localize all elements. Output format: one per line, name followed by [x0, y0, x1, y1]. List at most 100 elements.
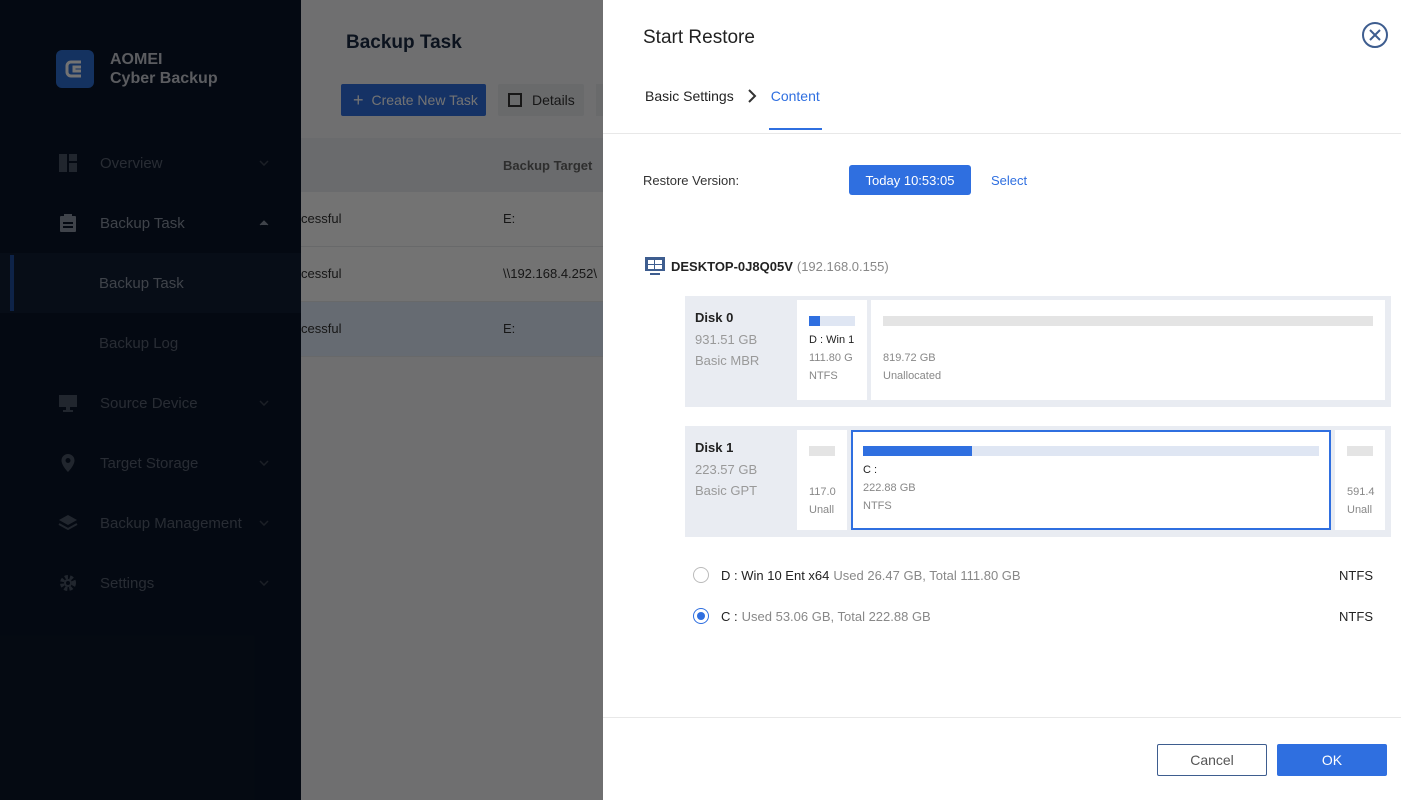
partition-unallocated-right: 591.4 Unall	[1335, 430, 1385, 530]
sidebar-item-overview[interactable]: Overview	[0, 133, 301, 193]
chevron-down-icon	[258, 577, 270, 589]
step-basic-settings[interactable]: Basic Settings	[645, 88, 734, 104]
partition-usage-fill	[863, 446, 973, 456]
select-version-link[interactable]: Select	[991, 173, 1027, 188]
sidebar: AOMEI Cyber Backup Overview Backup Task …	[0, 0, 301, 800]
sidebar-item-label: Backup Task	[100, 214, 185, 232]
sidebar-subitem-backup-log[interactable]: Backup Log	[0, 313, 301, 373]
location-icon	[58, 453, 78, 473]
partition-usage-bar	[863, 446, 1319, 456]
disk-type: Basic GPT	[695, 483, 758, 498]
row-target: E:	[503, 211, 516, 226]
partition-unallocated: 819.72 GB Unallocated	[871, 300, 1385, 400]
sidebar-item-settings[interactable]: Settings	[0, 553, 301, 613]
step-content[interactable]: Content	[768, 88, 822, 130]
divider	[603, 133, 1401, 134]
sidebar-item-label: Backup Management	[100, 514, 242, 532]
chevron-down-icon	[258, 397, 270, 409]
close-icon	[1369, 29, 1381, 41]
sidebar-subitem-backup-task[interactable]: Backup Task	[0, 253, 301, 313]
column-header-backup-target: Backup Target	[503, 158, 593, 173]
volume-option-c[interactable]: C : Used 53.06 GB, Total 222.88 GB NTFS	[693, 604, 1373, 628]
volume-fs: NTFS	[1339, 567, 1373, 583]
device-ip: (192.168.0.155)	[796, 258, 889, 274]
ok-button[interactable]: OK	[1277, 744, 1387, 776]
sidebar-item-source-device[interactable]: Source Device	[0, 373, 301, 433]
layers-icon	[58, 513, 78, 533]
partition-fs: NTFS	[809, 370, 838, 382]
disk-size: 931.51 GB	[695, 332, 758, 347]
brand-name: AOMEI Cyber Backup	[110, 50, 218, 88]
disk-type: Basic MBR	[695, 353, 760, 368]
cancel-button[interactable]: Cancel	[1157, 744, 1267, 776]
dashboard-icon	[58, 153, 78, 173]
aomei-logo-icon	[56, 50, 94, 88]
partition-fs: Unall	[1347, 504, 1373, 516]
volume-name: D : Win 10 Ent x64	[721, 567, 830, 583]
partition-size: 111.80 G	[809, 352, 853, 364]
start-restore-drawer: Start Restore Basic Settings Content Res…	[603, 0, 1401, 800]
chevron-up-icon	[258, 217, 270, 229]
close-button[interactable]	[1362, 22, 1388, 48]
plus-icon: +	[353, 89, 364, 110]
disk-info: Disk 1 223.57 GB Basic GPT	[695, 440, 757, 501]
partition-size: 591.4	[1347, 486, 1375, 498]
chevron-right-icon	[748, 89, 757, 103]
partition-fs: Unall	[809, 504, 835, 516]
radio-button[interactable]	[693, 567, 709, 583]
table-row[interactable]: cessful E:	[301, 302, 603, 357]
sidebar-nav: Overview Backup Task Backup Task Backup …	[0, 133, 301, 613]
gear-icon	[58, 573, 78, 593]
partition-label: C :	[863, 464, 878, 476]
sidebar-item-backup-management[interactable]: Backup Management	[0, 493, 301, 553]
partition-d[interactable]: D : Win 1 111.80 G NTFS	[797, 300, 867, 400]
partition-label: D : Win 1	[809, 334, 855, 346]
partition-fs: Unallocated	[883, 370, 942, 382]
table-row[interactable]: cessful E:	[301, 192, 603, 247]
details-icon	[508, 93, 522, 107]
radio-button-checked[interactable]	[693, 608, 709, 624]
drawer-title: Start Restore	[643, 27, 755, 48]
partition-usage-bar	[809, 446, 835, 456]
details-button[interactable]: Details	[498, 84, 584, 116]
toolbar-more-button[interactable]	[596, 84, 603, 116]
disk-size: 223.57 GB	[695, 462, 758, 477]
row-target: E:	[503, 321, 516, 336]
disk-name: Disk 0	[695, 310, 734, 325]
partition-usage-bar	[883, 316, 1373, 326]
divider	[603, 717, 1401, 718]
volume-name: C :	[721, 608, 738, 624]
partition-usage-bar	[1347, 446, 1373, 456]
partition-size: 819.72 GB	[883, 352, 936, 364]
row-status: cessful	[301, 211, 342, 226]
disk-name: Disk 1	[695, 440, 734, 455]
row-status: cessful	[301, 266, 342, 281]
disk-1-panel: Disk 1 223.57 GB Basic GPT 117.0 Unall C…	[685, 426, 1391, 537]
chevron-down-icon	[258, 457, 270, 469]
partition-size: 117.0	[809, 486, 836, 498]
partition-unallocated-left: 117.0 Unall	[797, 430, 847, 530]
brand: AOMEI Cyber Backup	[56, 50, 218, 88]
create-new-task-label: Create New Task	[371, 92, 478, 108]
create-new-task-button[interactable]: + Create New Task	[341, 84, 486, 116]
device-header: DESKTOP-0J8Q05V (192.168.0.155)	[645, 256, 889, 276]
volume-option-d[interactable]: D : Win 10 Ent x64 Used 26.47 GB, Total …	[693, 563, 1373, 587]
volume-detail: Used 53.06 GB, Total 222.88 GB	[741, 608, 931, 624]
sidebar-item-label: Overview	[100, 154, 163, 172]
chevron-down-icon	[258, 517, 270, 529]
sidebar-item-backup-task[interactable]: Backup Task	[0, 193, 301, 253]
sidebar-subitem-label: Backup Task	[99, 274, 184, 292]
step-breadcrumb: Basic Settings Content	[645, 88, 822, 130]
table-row[interactable]: cessful \\192.168.4.252\	[301, 247, 603, 302]
chevron-down-icon	[258, 157, 270, 169]
partition-size: 222.88 GB	[863, 482, 916, 494]
disk-0-panel: Disk 0 931.51 GB Basic MBR D : Win 1 111…	[685, 296, 1391, 407]
partition-c[interactable]: C : 222.88 GB NTFS	[851, 430, 1331, 530]
restore-version-label: Restore Version:	[643, 173, 740, 188]
table-header: Backup Target	[301, 138, 603, 192]
details-label: Details	[532, 92, 575, 108]
windows-computer-icon	[645, 257, 665, 275]
sidebar-item-target-storage[interactable]: Target Storage	[0, 433, 301, 493]
device-name: DESKTOP-0J8Q05V	[671, 258, 793, 274]
restore-version-button[interactable]: Today 10:53:05	[849, 165, 971, 195]
